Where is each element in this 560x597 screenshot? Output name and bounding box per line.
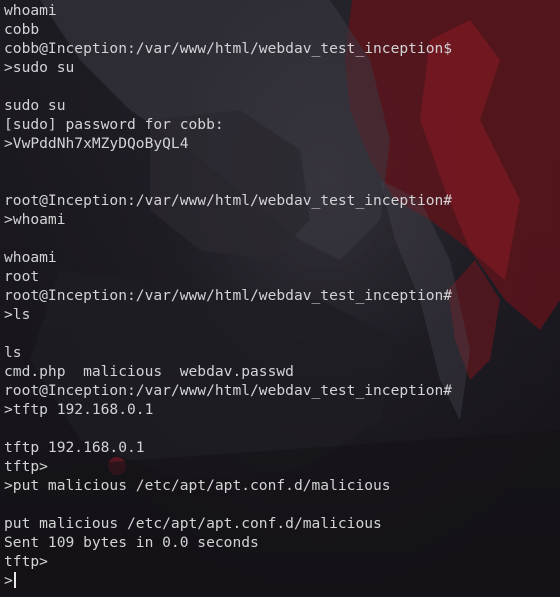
terminal-line: >tftp 192.168.0.1 [4, 401, 154, 418]
terminal-line: root [4, 268, 40, 285]
terminal-line: >whoami [4, 211, 66, 228]
terminal-window[interactable]: whoami cobb cobb@Inception:/var/www/html/w… [0, 0, 560, 597]
terminal-line: sudo su [4, 97, 66, 114]
text-cursor [13, 572, 16, 588]
terminal-line: tftp> [4, 458, 48, 475]
terminal-line: tftp> [4, 553, 48, 570]
terminal-line: cmd.php malicious webdav.passwd [4, 363, 294, 380]
terminal-line: root@Inception:/var/www/html/webdav_test… [4, 287, 453, 304]
terminal-line: [sudo] password for cobb: [4, 116, 224, 133]
terminal-line: >ls [4, 306, 31, 323]
terminal-line: ls [4, 344, 22, 361]
terminal-line: root@Inception:/var/www/html/webdav_test… [4, 382, 453, 399]
terminal-line: cobb [4, 21, 40, 38]
terminal-line: cobb@Inception:/var/www/html/webdav_test… [4, 40, 453, 57]
terminal-output: whoami cobb cobb@Inception:/var/www/html/w… [4, 1, 452, 590]
terminal-line: >sudo su [4, 59, 75, 76]
terminal-line: root@Inception:/var/www/html/webdav_test… [4, 192, 453, 209]
input-prompt: > [4, 572, 13, 589]
terminal-line: >VwPddNh7xMZyDQoByQL4 [4, 135, 189, 152]
terminal-line: put malicious /etc/apt/apt.conf.d/malici… [4, 515, 382, 532]
terminal-line: >put malicious /etc/apt/apt.conf.d/malic… [4, 477, 391, 494]
terminal-line: Sent 109 bytes in 0.0 seconds [4, 534, 259, 551]
terminal-line: tftp 192.168.0.1 [4, 439, 145, 456]
terminal-input-line[interactable]: > [4, 571, 452, 590]
terminal-line: whoami [4, 2, 57, 19]
terminal-line: whoami [4, 249, 57, 266]
